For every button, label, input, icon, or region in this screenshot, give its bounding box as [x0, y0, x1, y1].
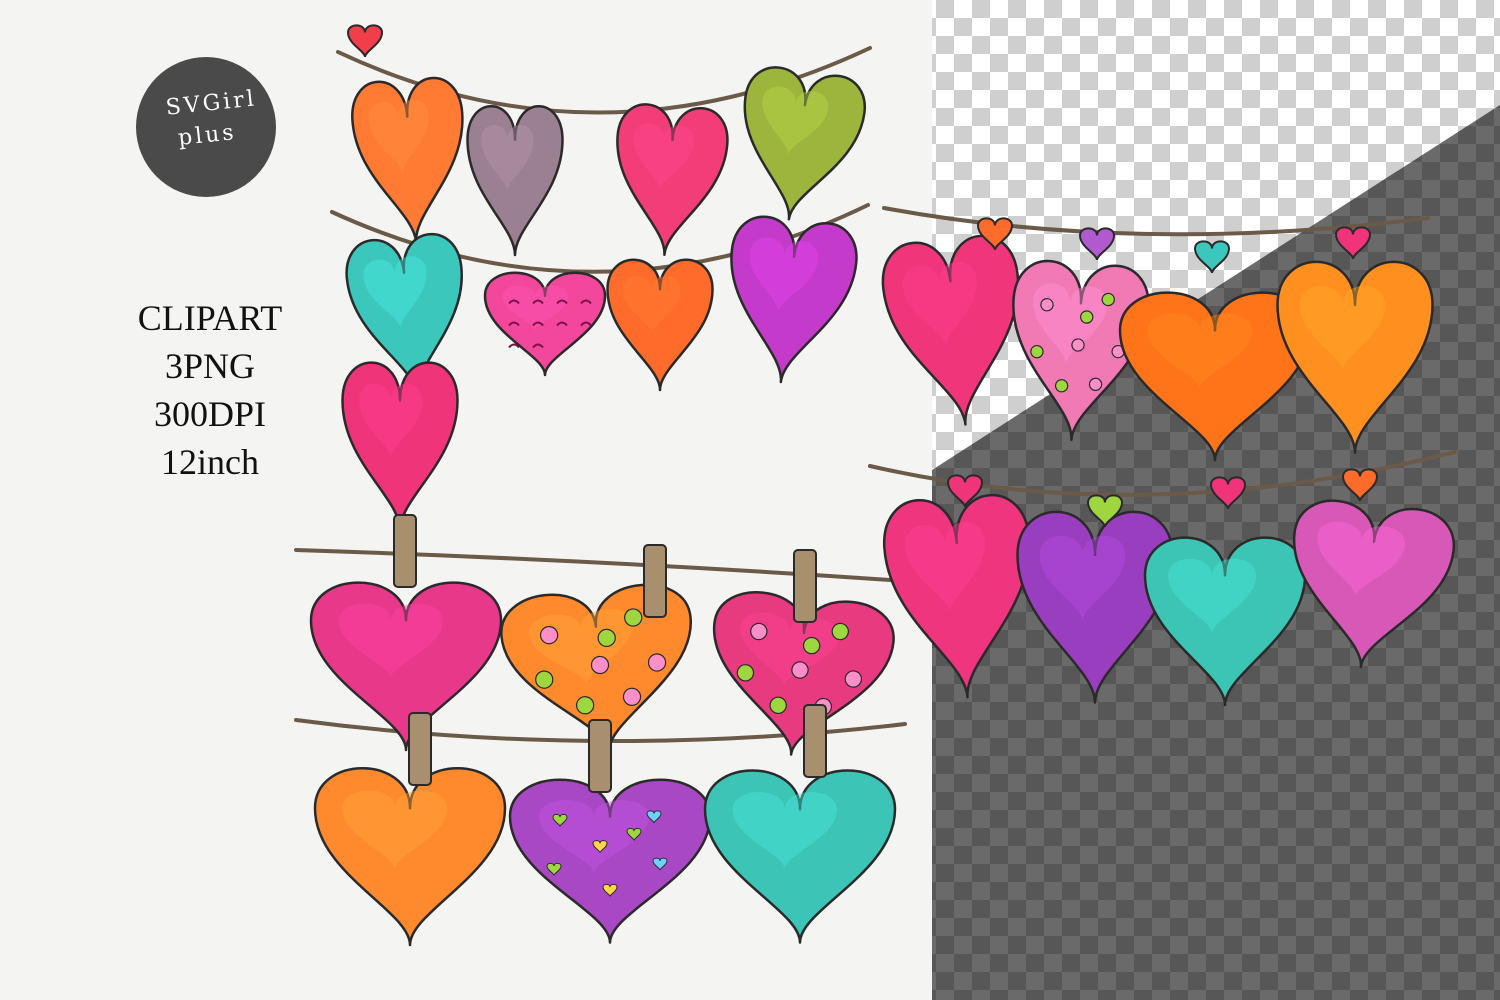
- small-accent-heart: [346, 24, 384, 58]
- clothespin: [803, 704, 827, 778]
- bunting-heart: [466, 104, 564, 257]
- bunting-heart: [313, 767, 507, 947]
- clothespin: [408, 712, 432, 786]
- bunting-heart: [351, 76, 464, 244]
- bunting-heart: [730, 215, 858, 384]
- clothespin: [793, 549, 817, 623]
- bunting-heart: [341, 361, 459, 532]
- bunting-heart: [743, 66, 866, 221]
- spec-resolution: 300DPI: [153, 394, 266, 434]
- bunting-heart: [616, 103, 729, 257]
- spec-size: 12inch: [161, 442, 259, 482]
- product-preview: SVGirl plus CLIPART 3PNG 300DPI 12inch: [0, 0, 1500, 1000]
- bunting-heart: [606, 258, 714, 392]
- spec-file-count: 3PNG: [164, 346, 256, 386]
- bunting-heart: [703, 769, 897, 944]
- logo-badge: SVGirl plus: [136, 57, 276, 197]
- clothespin: [393, 514, 417, 588]
- clipart-artwork: SVGirl plus: [136, 0, 1500, 1000]
- clothespin: [643, 544, 667, 618]
- spec-format: CLIPART: [137, 298, 283, 338]
- bunting-heart: [483, 271, 607, 377]
- bunting-heart: [508, 778, 712, 944]
- clothespin: [588, 719, 612, 793]
